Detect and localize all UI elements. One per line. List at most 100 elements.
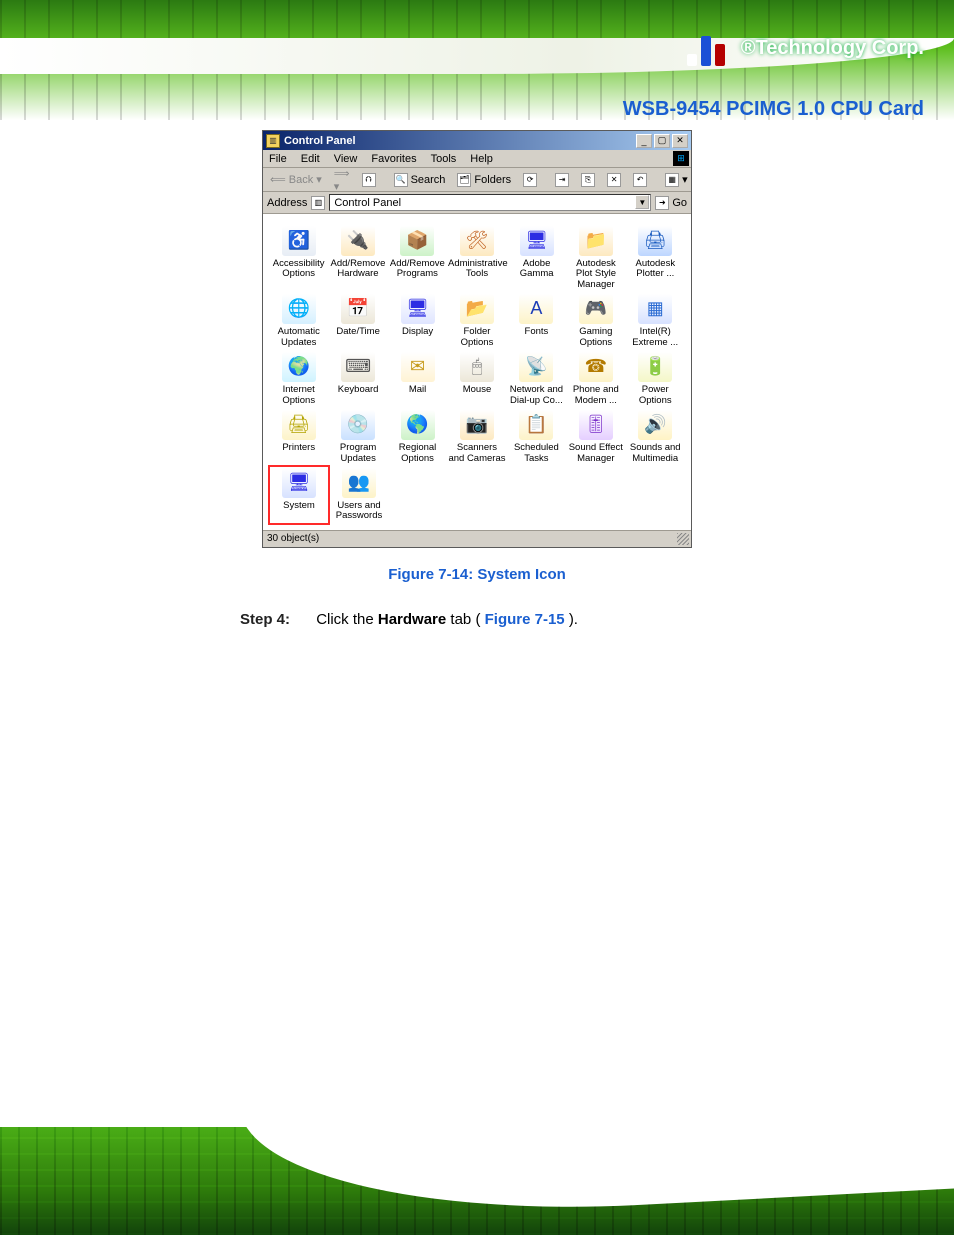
cp-phone-modem-icon: ☎ [579,352,613,382]
cp-regional-options[interactable]: 🌎Regional Options [388,408,447,466]
menu-tools[interactable]: Tools [431,153,457,165]
undo-icon: ↶ [633,173,647,187]
cp-folder-options[interactable]: 📂Folder Options [447,292,506,350]
cp-sound-effect-manager[interactable]: 🎚Sound Effect Manager [566,408,625,466]
cp-phone-modem[interactable]: ☎ Phone and Modem ... [566,350,625,408]
forward-button[interactable]: ⟹ ▾ [331,166,353,194]
moveto-button[interactable]: ⇥ [552,172,572,188]
cp-accessibility-options-label: Accessibility Options [270,259,327,280]
statusbar-text: 30 object(s) [267,533,319,544]
cp-autodesk-plotter-label: Autodesk Plotter ... [627,259,684,280]
step-number: Step 4: [240,611,290,628]
cp-add-remove-hardware[interactable]: 🔌 Add/Remove Hardware [328,224,387,292]
cp-phone-modem-label: Phone and Modem ... [567,385,624,406]
cp-add-remove-hardware-label: Add/Remove Hardware [329,259,386,280]
windows-throbber-icon: ⊞ [673,151,689,166]
cp-network-dialup[interactable]: 📡Network and Dial-up Co... [507,350,566,408]
cp-scanners-cameras[interactable]: 📷Scanners and Cameras [447,408,506,466]
cp-fonts-label: Fonts [508,327,565,337]
minimize-button[interactable]: _ [636,134,652,148]
cp-date-time[interactable]: 📅Date/Time [328,292,387,350]
cp-adobe-gamma-label: Adobe Gamma [508,259,565,280]
go-button[interactable]: ➜Go [655,196,687,210]
cp-system-icon: 🖥 [282,468,316,498]
cp-administrative-tools[interactable]: 🛠Administrative Tools [447,224,507,292]
document-body: ▥ Control Panel _ ▢ ✕ File Edit View Fav… [0,120,954,668]
menu-view[interactable]: View [334,153,358,165]
folders-button[interactable]: 🗂Folders [454,172,514,188]
resize-grip-icon[interactable] [677,533,689,545]
cp-automatic-updates[interactable]: 🌐Automatic Updates [269,292,328,350]
cp-users-passwords[interactable]: 👥 Users and Passwords [329,466,389,524]
menu-help[interactable]: Help [470,153,493,165]
back-button[interactable]: ⟸ Back ▾ [267,172,325,187]
address-icon: ▥ [311,196,325,210]
menu-edit[interactable]: Edit [301,153,320,165]
cp-add-remove-programs[interactable]: 📦Add/Remove Programs [388,224,447,292]
footer-texture [0,1127,954,1235]
menu-favorites[interactable]: Favorites [371,153,416,165]
cp-program-updates-label: Program Updates [329,443,386,464]
copyto-button[interactable]: ⎘ [578,172,598,188]
cp-users-passwords-icon: 👥 [342,468,376,498]
cp-system[interactable]: 🖥System [269,466,329,524]
cp-internet-options[interactable]: 🌍Internet Options [269,350,328,408]
address-label: Address [267,197,307,209]
maximize-button[interactable]: ▢ [654,134,670,148]
close-button[interactable]: ✕ [672,134,688,148]
cp-sound-effect-manager-label: Sound Effect Manager [567,443,624,464]
cp-mail-label: Mail [389,385,446,395]
cp-accessibility-options[interactable]: ♿Accessibility Options [269,224,328,292]
delete-button[interactable]: ✕ [604,172,624,188]
menu-file[interactable]: File [269,153,287,165]
cp-mouse-icon: 🖱 [460,352,494,382]
cp-sounds-multimedia[interactable]: 🔊Sounds and Multimedia [626,408,685,466]
window-titlebar: ▥ Control Panel _ ▢ ✕ [263,131,691,150]
cp-adobe-gamma[interactable]: 🖥Adobe Gamma [507,224,566,292]
search-button[interactable]: 🔍Search [391,172,449,188]
cp-folder-options-icon: 📂 [460,294,494,324]
cp-program-updates[interactable]: 💿 Program Updates [328,408,387,466]
cp-regional-options-icon: 🌎 [401,410,435,440]
address-input[interactable] [329,194,651,211]
cp-power-options-label: Power Options [627,385,684,406]
cp-administrative-tools-icon: 🛠 [460,226,494,256]
cp-intel-extreme-icon: ▦ [638,294,672,324]
cp-fonts-icon: A [519,294,553,324]
cp-date-time-label: Date/Time [329,327,386,337]
step-text-post: ). [569,611,578,628]
cp-gaming-options[interactable]: 🎮Gaming Options [566,292,625,350]
cp-power-options-icon: 🔋 [638,352,672,382]
up-folder-icon: ⮉ [362,173,376,187]
cp-fonts[interactable]: A Fonts [507,292,566,350]
step-text-mid: tab ( [450,611,480,628]
toolbar: ⟸ Back ▾ ⟹ ▾ ⮉ 🔍Search 🗂Folders ⟳ ⇥ ⎘ ✕ … [263,168,691,192]
cp-intel-extreme[interactable]: ▦Intel(R) Extreme ... [626,292,685,350]
copyto-icon: ⎘ [581,173,595,187]
step-figure-link[interactable]: Figure 7-15 [485,611,565,628]
cp-scheduled-tasks-label: Scheduled Tasks [508,443,565,464]
cp-internet-options-icon: 🌍 [282,352,316,382]
address-dropdown-button[interactable]: ▼ [635,195,649,209]
company-logo: ®Technology Corp. [687,30,924,66]
cp-scheduled-tasks-icon: 📋 [519,410,553,440]
instruction-step: Step 4: Click the Hardware tab ( Figure … [240,611,894,628]
cp-scheduled-tasks[interactable]: 📋 Scheduled Tasks [507,408,566,466]
cp-program-updates-icon: 💿 [341,410,375,440]
cp-printers[interactable]: 🖨Printers [269,408,328,466]
undo-button[interactable]: ↶ [630,172,650,188]
cp-users-passwords-label: Users and Passwords [330,501,388,522]
cp-printers-icon: 🖨 [282,410,316,440]
up-button[interactable]: ⮉ [359,172,379,188]
history-button[interactable]: ⟳ [520,172,540,188]
views-button[interactable]: ▦▾ [662,172,691,188]
cp-mail[interactable]: ✉Mail [388,350,447,408]
cp-power-options[interactable]: 🔋 Power Options [626,350,685,408]
cp-autodesk-plot-style[interactable]: 📁Autodesk Plot Style Manager [566,224,625,292]
cp-scanners-cameras-label: Scanners and Cameras [448,443,505,464]
cp-keyboard[interactable]: ⌨Keyboard [328,350,387,408]
cp-mouse[interactable]: 🖱Mouse [447,350,506,408]
cp-display[interactable]: 🖥Display [388,292,447,350]
cp-add-remove-hardware-icon: 🔌 [341,226,375,256]
cp-autodesk-plotter[interactable]: 🖨Autodesk Plotter ... [626,224,685,292]
